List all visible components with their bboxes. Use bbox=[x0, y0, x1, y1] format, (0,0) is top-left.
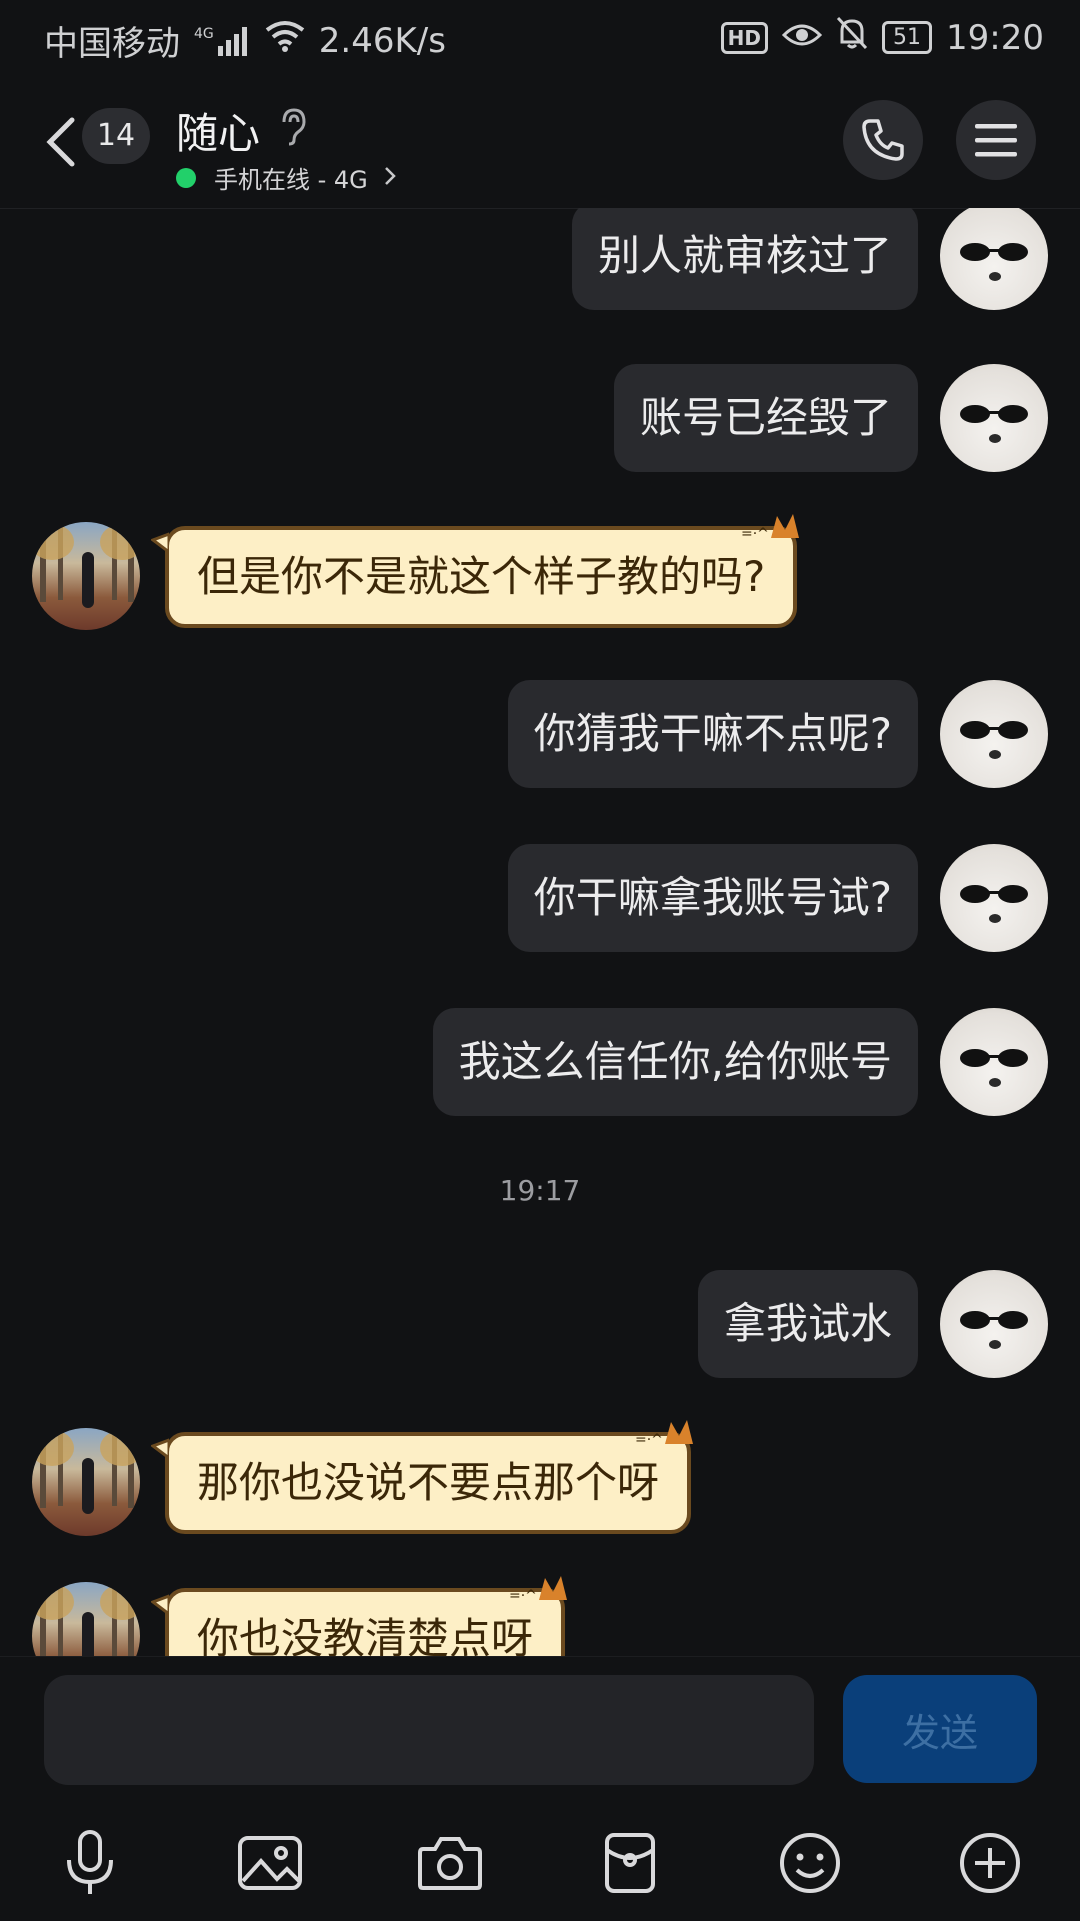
sunglasses-icon bbox=[960, 721, 1028, 739]
svg-text:=·^: =·^ bbox=[509, 1588, 537, 1604]
message-bubble-incoming[interactable]: 你也没教清楚点呀 =·^ bbox=[151, 1576, 568, 1656]
composer: 发送 bbox=[0, 1656, 1080, 1921]
sunglasses-icon bbox=[960, 243, 1028, 261]
avatar[interactable] bbox=[940, 1008, 1048, 1116]
cat-ears-icon: =·^ bbox=[509, 1576, 568, 1604]
image-icon bbox=[238, 1836, 302, 1890]
network-type: 4G bbox=[194, 25, 214, 42]
avatar[interactable] bbox=[940, 364, 1048, 472]
avatar[interactable] bbox=[32, 1582, 140, 1656]
hamburger-icon bbox=[975, 124, 1017, 157]
cat-ears-icon: =·^ bbox=[741, 514, 800, 542]
sunglasses-icon bbox=[960, 405, 1028, 423]
message-input[interactable] bbox=[44, 1675, 814, 1785]
online-status[interactable]: 手机在线 - 4G bbox=[176, 160, 396, 195]
svg-text:=·^: =·^ bbox=[741, 526, 769, 542]
message-text: 那你也没说不要点那个呀 bbox=[197, 1458, 660, 1507]
send-button[interactable]: 发送 bbox=[843, 1675, 1037, 1783]
wifi-icon bbox=[265, 20, 305, 61]
phone-icon bbox=[862, 119, 904, 161]
online-status-label: 手机在线 - 4G bbox=[214, 166, 368, 194]
avatar[interactable] bbox=[32, 522, 140, 630]
hd-badge: HD bbox=[720, 21, 769, 54]
svg-text:=·^: =·^ bbox=[635, 1432, 663, 1448]
status-bar: 中国移动 4G 2.46K/s HD 51 19:20 bbox=[0, 0, 1080, 78]
chat-header: 14 随心 手机在线 - 4G bbox=[0, 78, 1080, 209]
microphone-icon bbox=[67, 1830, 113, 1894]
camera-icon bbox=[418, 1837, 482, 1890]
plus-icon bbox=[960, 1833, 1020, 1893]
network-speed: 2.46K/s bbox=[318, 20, 446, 61]
red-packet-icon bbox=[605, 1833, 655, 1893]
bubble-tail bbox=[151, 1594, 169, 1616]
mute-bell-icon bbox=[836, 16, 868, 59]
call-button[interactable] bbox=[843, 100, 923, 180]
message-bubble-outgoing[interactable]: 你猜我干嘛不点呢? bbox=[507, 680, 918, 788]
avatar[interactable] bbox=[940, 208, 1048, 310]
message-list[interactable]: 别人就审核过了 账号已经毁了 但是你不是就这个样子教的吗? =·^ 你猜我干嘛不… bbox=[0, 208, 1080, 1656]
message-bubble-incoming[interactable]: 但是你不是就这个样子教的吗? =·^ bbox=[151, 514, 800, 628]
sunglasses-icon bbox=[960, 1049, 1028, 1067]
message-bubble-outgoing[interactable]: 账号已经毁了 bbox=[613, 364, 918, 472]
contact-name[interactable]: 随心 bbox=[176, 100, 260, 161]
back-button[interactable] bbox=[42, 116, 82, 168]
bubble-tail bbox=[151, 1438, 169, 1460]
online-dot bbox=[176, 167, 196, 188]
message-text: 你也没教清楚点呀 bbox=[197, 1614, 534, 1656]
avatar[interactable] bbox=[32, 1428, 140, 1536]
message-bubble-outgoing[interactable]: 你干嘛拿我账号试? bbox=[507, 844, 918, 952]
sunglasses-icon bbox=[960, 885, 1028, 903]
carrier-label: 中国移动 bbox=[44, 24, 180, 64]
input-toolbar bbox=[0, 1823, 1080, 1903]
red-packet-button[interactable] bbox=[590, 1823, 670, 1903]
unread-badge[interactable]: 14 bbox=[82, 108, 150, 164]
message-bubble-incoming[interactable]: 那你也没说不要点那个呀 =·^ bbox=[151, 1420, 694, 1534]
chevron-right-icon bbox=[384, 164, 396, 192]
more-button[interactable] bbox=[950, 1823, 1030, 1903]
avatar[interactable] bbox=[940, 844, 1048, 952]
eye-icon bbox=[781, 18, 823, 58]
avatar[interactable] bbox=[940, 680, 1048, 788]
voice-button[interactable] bbox=[50, 1823, 130, 1903]
cat-ears-icon: =·^ bbox=[635, 1420, 694, 1448]
message-bubble-outgoing[interactable]: 别人就审核过了 bbox=[571, 208, 918, 310]
message-bubble-outgoing[interactable]: 拿我试水 bbox=[697, 1270, 918, 1378]
emoji-icon bbox=[780, 1833, 840, 1893]
signal-icon: 4G bbox=[194, 26, 251, 56]
sunglasses-icon bbox=[960, 1311, 1028, 1329]
ear-icon bbox=[282, 108, 306, 146]
emoji-button[interactable] bbox=[770, 1823, 850, 1903]
image-button[interactable] bbox=[230, 1823, 310, 1903]
message-text: 但是你不是就这个样子教的吗? bbox=[197, 552, 766, 601]
timestamp: 19:17 bbox=[499, 1174, 581, 1207]
avatar[interactable] bbox=[940, 1270, 1048, 1378]
clock: 19:20 bbox=[946, 17, 1044, 58]
bubble-tail bbox=[151, 532, 169, 554]
camera-button[interactable] bbox=[410, 1823, 490, 1903]
battery-indicator: 51 bbox=[882, 21, 933, 54]
message-bubble-outgoing[interactable]: 我这么信任你,给你账号 bbox=[432, 1008, 918, 1116]
menu-button[interactable] bbox=[956, 100, 1036, 180]
chevron-left-icon bbox=[46, 117, 75, 167]
